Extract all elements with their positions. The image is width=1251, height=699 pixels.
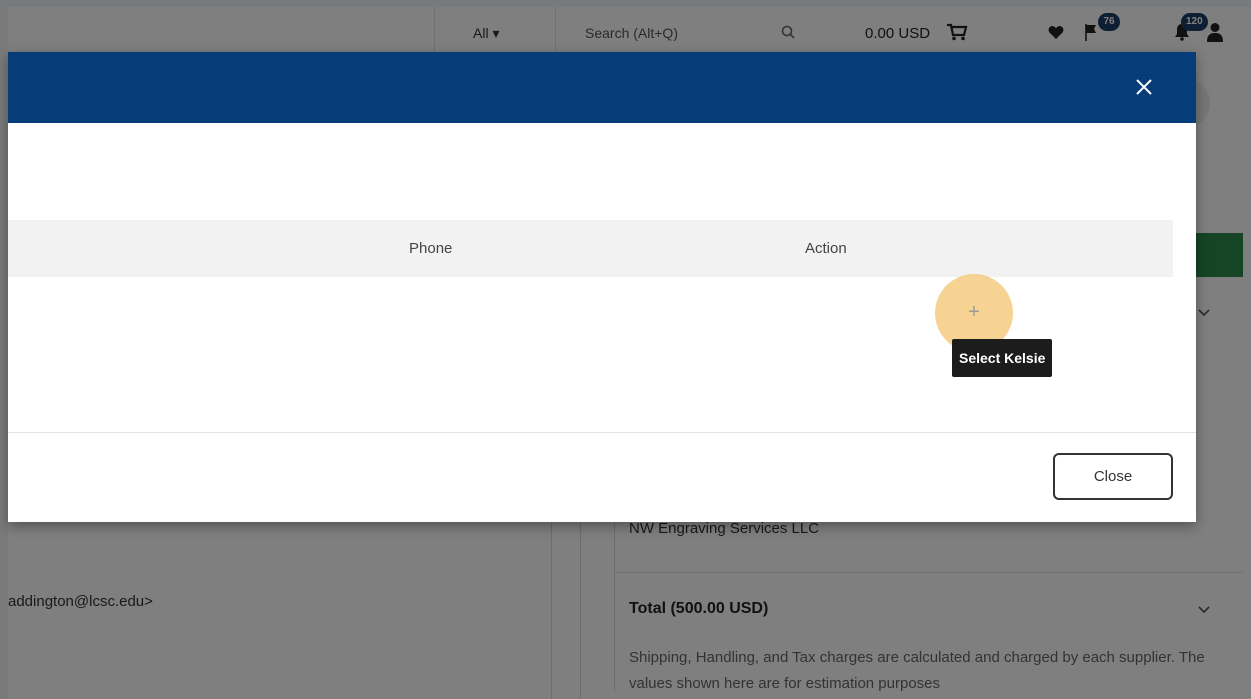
modal-footer-divider [8, 432, 1196, 433]
column-header-phone: Phone [409, 240, 453, 257]
select-user-button[interactable]: + [962, 300, 986, 324]
column-header-action: Action [805, 240, 847, 257]
close-icon[interactable] [1133, 76, 1155, 98]
close-button[interactable]: Close [1053, 453, 1173, 500]
select-tooltip: Select Kelsie [952, 339, 1053, 377]
modal-header [8, 52, 1196, 123]
select-approver-modal: Phone Action Close [8, 52, 1196, 522]
results-table-header: Phone Action [8, 220, 1173, 277]
